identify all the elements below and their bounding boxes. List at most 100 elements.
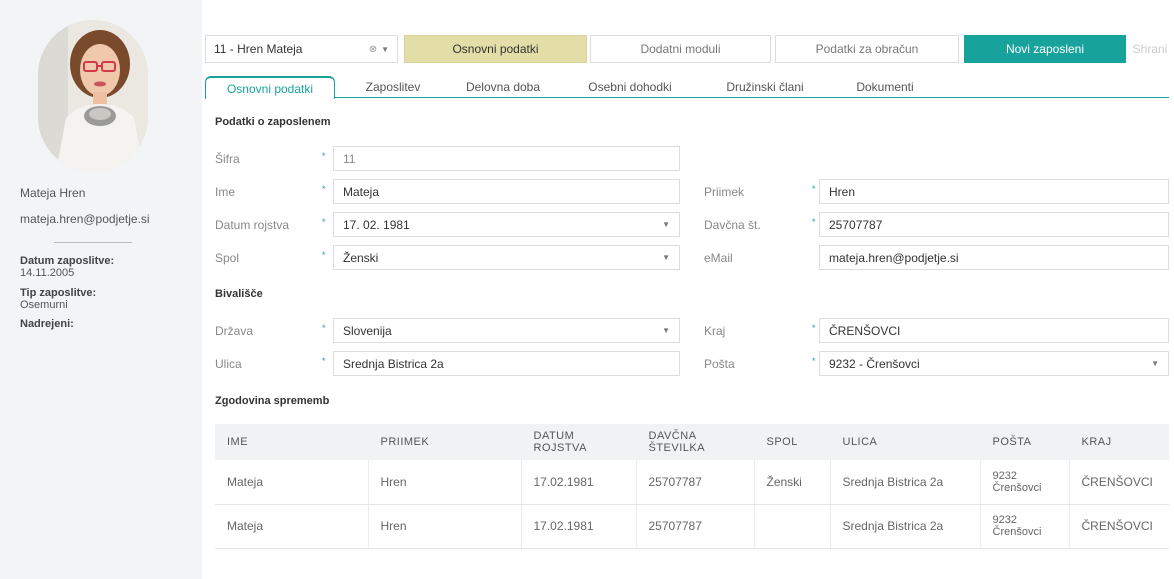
kraj-label: Kraj xyxy=(704,324,726,338)
chevron-down-icon[interactable]: ▼ xyxy=(381,45,389,54)
employment-type-label: Tip zaposlitve: xyxy=(20,287,97,299)
table-row[interactable]: Mateja Hren 17.02.1981 25707787 Srednja … xyxy=(215,504,1169,549)
ime-field[interactable]: Mateja xyxy=(333,179,680,204)
post-select[interactable]: 9232 - Črenšovci ▼ xyxy=(819,351,1169,376)
col-posta[interactable]: POŠTA xyxy=(980,424,1070,460)
cell-priimek: Hren xyxy=(368,460,522,505)
payroll-data-button[interactable]: Podatki za obračun xyxy=(775,35,959,63)
avatar xyxy=(38,20,148,172)
cell-kraj: ČRENŠOVCI xyxy=(1069,460,1169,505)
davcna-field[interactable]: 25707787 xyxy=(819,212,1169,237)
table-row[interactable]: Mateja Hren 17.02.1981 25707787 Ženski S… xyxy=(215,460,1169,505)
required-marker: * xyxy=(322,323,326,333)
ime-value: Mateja xyxy=(343,184,380,199)
required-marker: * xyxy=(322,356,326,366)
col-spol[interactable]: SPOL xyxy=(754,424,831,460)
section-residence-title: Bivališče xyxy=(215,288,263,300)
email-value: mateja.hren@podjetje.si xyxy=(829,250,959,265)
cell-spol xyxy=(754,504,831,549)
col-davcna-stevilka[interactable]: DAVČNA ŠTEVILKA xyxy=(636,424,755,460)
cell-priimek: Hren xyxy=(368,504,522,549)
posta-value: 9232 - Črenšovci xyxy=(829,356,920,371)
history-table: IME PRIIMEK DATUM ROJSTVA DAVČNA ŠTEVILK… xyxy=(215,424,1169,549)
datum-label: Datum rojstva xyxy=(215,218,290,232)
cell-ulica: Srednja Bistrica 2a xyxy=(830,460,981,505)
tab-family-members[interactable]: Družinski člani xyxy=(705,76,825,98)
required-marker: * xyxy=(812,184,816,194)
col-datum-rojstva[interactable]: DATUM ROJSTVA xyxy=(521,424,637,460)
email-label: eMail xyxy=(704,251,733,265)
employee-select[interactable]: 11 - Hren Mateja ⊗ ▼ xyxy=(205,35,398,63)
gender-select[interactable]: Ženski ▼ xyxy=(333,245,680,270)
chevron-down-icon[interactable]: ▼ xyxy=(662,326,670,335)
col-priimek[interactable]: PRIIMEK xyxy=(368,424,522,460)
cell-ime: Mateja xyxy=(215,460,369,505)
additional-modules-button[interactable]: Dodatni moduli xyxy=(590,35,771,63)
sifra-label: Šifra xyxy=(215,152,240,166)
section-history-title: Zgodovina sprememb xyxy=(215,395,330,407)
datum-value: 17. 02. 1981 xyxy=(343,217,410,232)
tab-basic-data[interactable]: Osnovni podatki xyxy=(205,76,335,99)
cell-posta: 9232 Črenšovci xyxy=(980,504,1070,549)
drzava-value: Slovenija xyxy=(343,323,392,338)
cell-posta: 9232 Črenšovci xyxy=(980,460,1070,505)
priimek-field[interactable]: Hren xyxy=(819,179,1169,204)
section-employee-title: Podatki o zaposlenem xyxy=(215,116,331,128)
table-header-row: IME PRIIMEK DATUM ROJSTVA DAVČNA ŠTEVILK… xyxy=(215,424,1169,460)
kraj-field[interactable]: ČRENŠOVCI xyxy=(819,318,1169,343)
tab-service-period[interactable]: Delovna doba xyxy=(450,76,556,98)
kraj-value: ČRENŠOVCI xyxy=(829,323,901,338)
employment-type-value: Osemurni xyxy=(20,299,68,311)
required-marker: * xyxy=(322,250,326,260)
country-select[interactable]: Slovenija ▼ xyxy=(333,318,680,343)
spol-value: Ženski xyxy=(343,250,379,265)
chevron-down-icon[interactable]: ▼ xyxy=(662,220,670,229)
col-ime[interactable]: IME xyxy=(215,424,369,460)
sifra-value: 11 xyxy=(343,151,356,166)
clear-icon[interactable]: ⊗ xyxy=(369,44,377,55)
cell-ulica: Srednja Bistrica 2a xyxy=(830,504,981,549)
col-kraj[interactable]: KRAJ xyxy=(1069,424,1169,460)
required-marker: * xyxy=(322,217,326,227)
spol-label: Spol xyxy=(215,251,240,265)
drzava-label: Država xyxy=(215,324,254,338)
save-button[interactable]: Shrani xyxy=(1128,35,1172,63)
ulica-value: Srednja Bistrica 2a xyxy=(343,356,444,371)
ulica-label: Ulica xyxy=(215,357,242,371)
chevron-down-icon[interactable]: ▼ xyxy=(662,253,670,262)
col-ulica[interactable]: ULICA xyxy=(830,424,981,460)
tab-bar: Osnovni podatki Zaposlitev Delovna doba … xyxy=(205,76,1169,99)
ulica-field[interactable]: Srednja Bistrica 2a xyxy=(333,351,680,376)
sifra-field[interactable]: 11 xyxy=(333,146,680,171)
davcna-value: 25707787 xyxy=(829,217,883,232)
cell-datum: 17.02.1981 xyxy=(521,460,637,505)
required-marker: * xyxy=(322,184,326,194)
cell-ime: Mateja xyxy=(215,504,369,549)
new-employee-button[interactable]: Novi zaposleni xyxy=(964,35,1126,63)
cell-datum: 17.02.1981 xyxy=(521,504,637,549)
required-marker: * xyxy=(812,217,816,227)
cell-davcna: 25707787 xyxy=(636,504,755,549)
required-marker: * xyxy=(812,356,816,366)
profile-divider xyxy=(54,242,132,243)
cell-spol: Ženski xyxy=(754,460,831,505)
birth-date-picker[interactable]: 17. 02. 1981 ▼ xyxy=(333,212,680,237)
supervisor-label: Nadrejeni: xyxy=(20,318,74,330)
priimek-value: Hren xyxy=(829,184,856,199)
cell-davcna: 25707787 xyxy=(636,460,755,505)
email-field[interactable]: mateja.hren@podjetje.si xyxy=(819,245,1169,270)
hire-date-value: 14.11.2005 xyxy=(20,267,75,279)
posta-label: Pošta xyxy=(704,357,735,371)
profile-panel: Mateja Hren mateja.hren@podjetje.si Datu… xyxy=(0,0,202,579)
tab-documents[interactable]: Dokumenti xyxy=(835,76,935,98)
basic-data-button[interactable]: Osnovni podatki xyxy=(404,35,587,63)
hire-date-label: Datum zaposlitve: xyxy=(20,255,115,267)
cell-kraj: ČRENŠOVCI xyxy=(1069,504,1169,549)
ime-label: Ime xyxy=(215,185,236,199)
chevron-down-icon[interactable]: ▼ xyxy=(1151,359,1159,368)
profile-name: Mateja Hren xyxy=(20,186,86,200)
tab-employment[interactable]: Zaposlitev xyxy=(343,76,443,98)
tab-income[interactable]: Osebni dohodki xyxy=(565,76,695,98)
employee-select-value: 11 - Hren Mateja xyxy=(214,42,303,56)
required-marker: * xyxy=(322,151,326,161)
